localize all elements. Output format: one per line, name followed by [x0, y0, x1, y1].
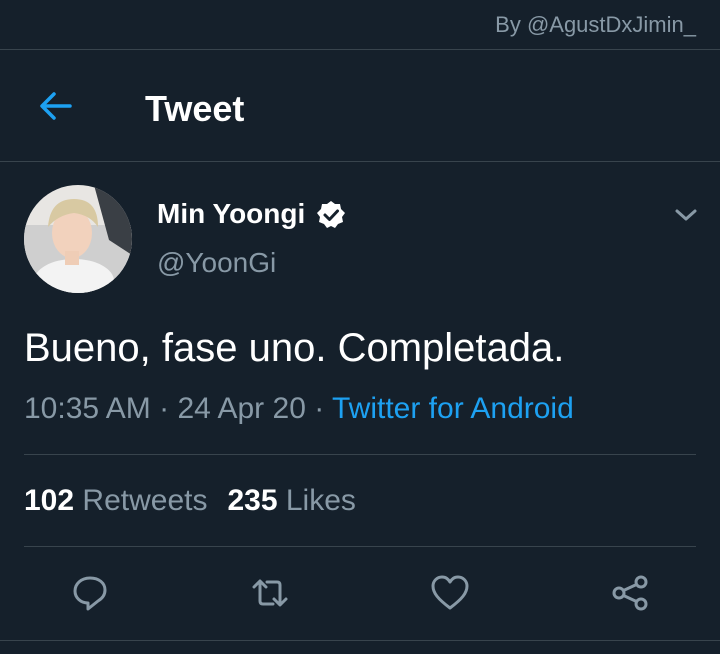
back-button[interactable] [36, 86, 76, 126]
user-handle[interactable]: @YoonGi [157, 247, 276, 279]
retweets-label: Retweets [82, 484, 208, 517]
stats-divider [24, 546, 696, 547]
like-icon [431, 575, 469, 610]
verified-badge-icon [316, 200, 346, 230]
tweet-time: 10:35 AM [24, 392, 151, 425]
reply-icon [73, 576, 107, 611]
meta-separator: · [150, 392, 178, 425]
tweet-source-link[interactable]: Twitter for Android [332, 392, 574, 425]
tweet-meta: 10:35 AM · 24 Apr 20 · Twitter for Andro… [24, 392, 574, 426]
page-title: Tweet [145, 88, 245, 129]
meta-separator: · [305, 392, 332, 425]
reply-button[interactable] [70, 573, 110, 613]
share-button[interactable] [610, 573, 650, 613]
watermark: By @AgustDxJimin_ [495, 12, 696, 37]
bottom-divider [0, 640, 720, 641]
share-icon [612, 575, 648, 611]
retweet-button[interactable] [250, 573, 290, 613]
like-button[interactable] [430, 573, 470, 613]
likes-count: 235 [227, 484, 278, 517]
header-divider [0, 161, 720, 162]
arrow-left-icon [40, 92, 72, 120]
avatar-photo [24, 185, 132, 293]
more-options-button[interactable] [671, 200, 701, 230]
likes-label: Likes [285, 484, 356, 517]
likes-stat[interactable]: 235 Likes [227, 484, 355, 517]
tweet-text: Bueno, fase uno. Completada. [24, 326, 565, 370]
top-divider [0, 49, 720, 50]
tweet-date: 24 Apr 20 [177, 392, 306, 425]
retweets-count: 102 [24, 484, 75, 517]
retweets-stat[interactable]: 102 Retweets [24, 484, 207, 517]
display-name[interactable]: Min Yoongi [157, 198, 305, 230]
chevron-down-icon [675, 209, 697, 221]
meta-divider [24, 454, 696, 455]
avatar[interactable] [24, 185, 132, 293]
retweet-icon [252, 579, 288, 607]
tweet-stats: 102 Retweets 235 Likes [24, 484, 356, 518]
